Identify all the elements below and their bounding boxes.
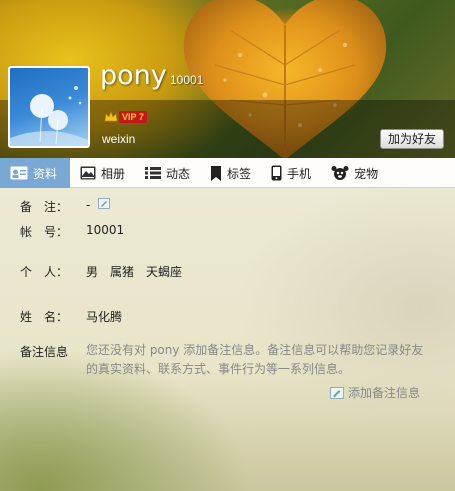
bookmark-tag-icon	[211, 165, 222, 181]
tab-label: 相册	[101, 166, 126, 181]
add-remark-icon	[330, 386, 344, 399]
add-friend-button[interactable]: 加为好友	[380, 129, 444, 149]
tab-label: 标签	[227, 166, 252, 181]
vip-badge: VIP 7	[104, 108, 147, 126]
tab-mobile[interactable]: 手机	[261, 158, 321, 188]
pet-icon	[331, 166, 349, 180]
tab-pet[interactable]: 宠物	[321, 158, 388, 188]
remark-info-label: 备注信息	[20, 345, 69, 359]
add-remark-link[interactable]: 添加备注信息	[330, 384, 420, 401]
avatar[interactable]	[8, 66, 90, 148]
add-remark-label: 添加备注信息	[348, 386, 421, 400]
tab-label: 资料	[33, 166, 58, 181]
personal-row: 个 人： 男 属猪 天蝎座	[20, 263, 182, 280]
tab-tags[interactable]: 标签	[200, 158, 261, 188]
nickname: pony	[100, 60, 167, 91]
wechat-id: weixin	[102, 132, 136, 146]
crown-icon	[104, 111, 118, 122]
personal-label: 个 人：	[20, 265, 69, 279]
tab-label: 手机	[287, 166, 312, 181]
vip-level: VIP 7	[119, 111, 147, 123]
remark-row: 备 注： -	[20, 198, 111, 215]
zodiac-value: 属猪	[110, 265, 135, 279]
name-label: 姓 名：	[20, 310, 69, 324]
tab-label: 动态	[166, 166, 191, 181]
remark-value: -	[86, 198, 91, 212]
tab-album[interactable]: 相册	[70, 158, 135, 188]
tab-feed[interactable]: 动态	[135, 158, 200, 188]
remark-info-row: 备注信息	[20, 343, 86, 360]
remark-label: 备 注：	[20, 200, 69, 214]
remark-info-text: 您还没有对 pony 添加备注信息。备注信息可以帮助您记录好友的真实资料、联系方…	[86, 343, 424, 376]
star-sign-value: 天蝎座	[146, 265, 183, 279]
profile-card-icon	[10, 166, 28, 180]
photo-album-icon	[80, 166, 96, 180]
uin-number: 10001	[170, 73, 204, 87]
tab-label: 宠物	[354, 166, 379, 181]
account-value: 10001	[86, 223, 125, 237]
dandelion-avatar-image	[10, 86, 88, 146]
name-value: 马化腾	[86, 310, 123, 324]
account-row: 帐 号： 10001	[20, 223, 124, 240]
profile-tabs: 资料 相册 动态 标签 手机 宠物	[0, 158, 455, 193]
account-label: 帐 号：	[20, 225, 69, 239]
mobile-phone-icon	[271, 165, 282, 181]
gender-value: 男	[86, 265, 99, 279]
name-row: 姓 名： 马化腾	[20, 308, 122, 325]
feed-list-icon	[145, 167, 162, 179]
tab-profile[interactable]: 资料	[0, 158, 70, 193]
edit-remark-icon[interactable]	[98, 198, 111, 209]
profile-details: 备 注： - 帐 号： 10001 个 人： 男 属猪 天蝎座 姓 名： 马化腾…	[0, 188, 455, 491]
